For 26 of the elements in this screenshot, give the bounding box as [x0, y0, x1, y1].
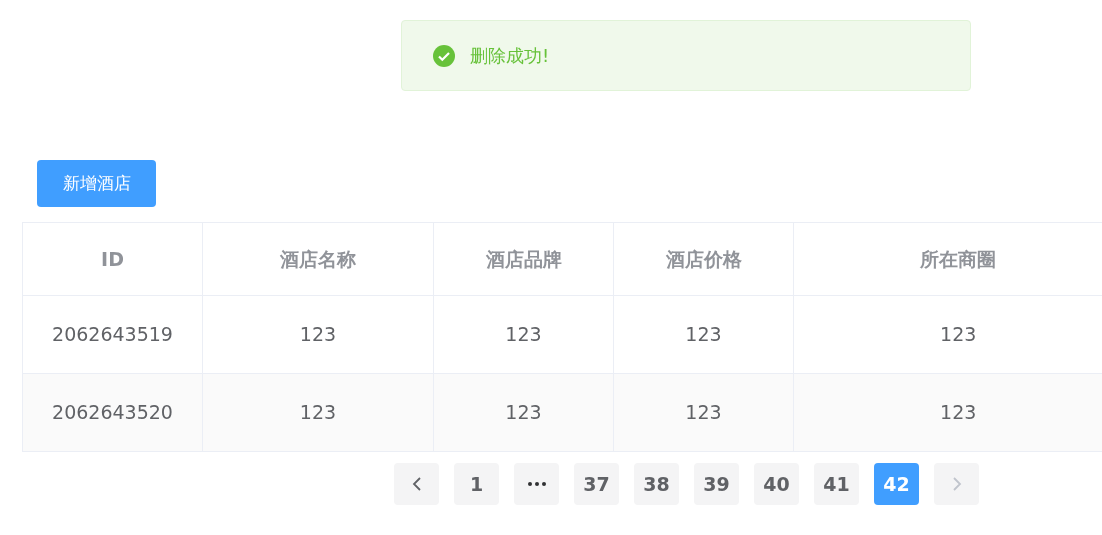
- page-button[interactable]: 41: [814, 463, 859, 505]
- page-button[interactable]: 37: [574, 463, 619, 505]
- table-cell: 123: [433, 373, 614, 452]
- more-icon: [527, 482, 546, 486]
- column-header: 酒店名称: [202, 222, 434, 296]
- chevron-left-icon: [411, 476, 422, 492]
- page-button[interactable]: 40: [754, 463, 799, 505]
- table-cell: 123: [202, 295, 434, 374]
- chevron-right-icon: [951, 476, 962, 492]
- more-pages-button[interactable]: [514, 463, 559, 505]
- column-header: 酒店品牌: [433, 222, 614, 296]
- table-cell: 123: [613, 373, 794, 452]
- table-cell: 123: [613, 295, 794, 374]
- prev-page-button[interactable]: [394, 463, 439, 505]
- toast-message: 删除成功!: [470, 44, 550, 68]
- success-icon: [433, 44, 455, 67]
- table-cell: 123: [202, 373, 434, 452]
- page-button[interactable]: 39: [694, 463, 739, 505]
- column-header: 酒店价格: [613, 222, 794, 296]
- page-button[interactable]: 38: [634, 463, 679, 505]
- column-header: ID: [22, 222, 203, 296]
- table-cell: 2062643520: [22, 373, 203, 452]
- table-cell: 2062643519: [22, 295, 203, 374]
- table-cell: 123: [433, 295, 614, 374]
- column-header: 所在商圈: [793, 222, 1102, 296]
- page-button[interactable]: 1: [454, 463, 499, 505]
